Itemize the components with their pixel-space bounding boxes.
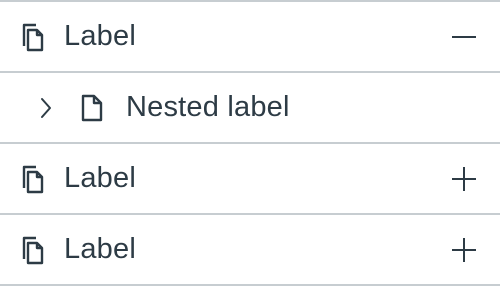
copy-document-icon (18, 21, 46, 53)
tree-item-label: Label (64, 20, 136, 52)
tree-view: Label Nested label Label Label (0, 0, 500, 288)
tree-item-label: Label (64, 162, 136, 194)
tree-item-label-2[interactable]: Label (0, 144, 500, 215)
tree-item-label: Label (64, 233, 136, 265)
copy-document-icon (18, 234, 46, 266)
copy-document-icon (18, 163, 46, 195)
chevron-right-icon[interactable] (38, 96, 54, 120)
tree-item-label-1[interactable]: Label (0, 2, 500, 73)
collapse-minus-icon[interactable] (450, 23, 478, 51)
tree-item-label-3[interactable]: Label (0, 215, 500, 286)
document-icon (80, 92, 104, 124)
tree-item-label: Nested label (126, 91, 290, 123)
expand-plus-icon[interactable] (450, 165, 478, 193)
tree-item-nested-label[interactable]: Nested label (0, 73, 500, 144)
expand-plus-icon[interactable] (450, 236, 478, 264)
